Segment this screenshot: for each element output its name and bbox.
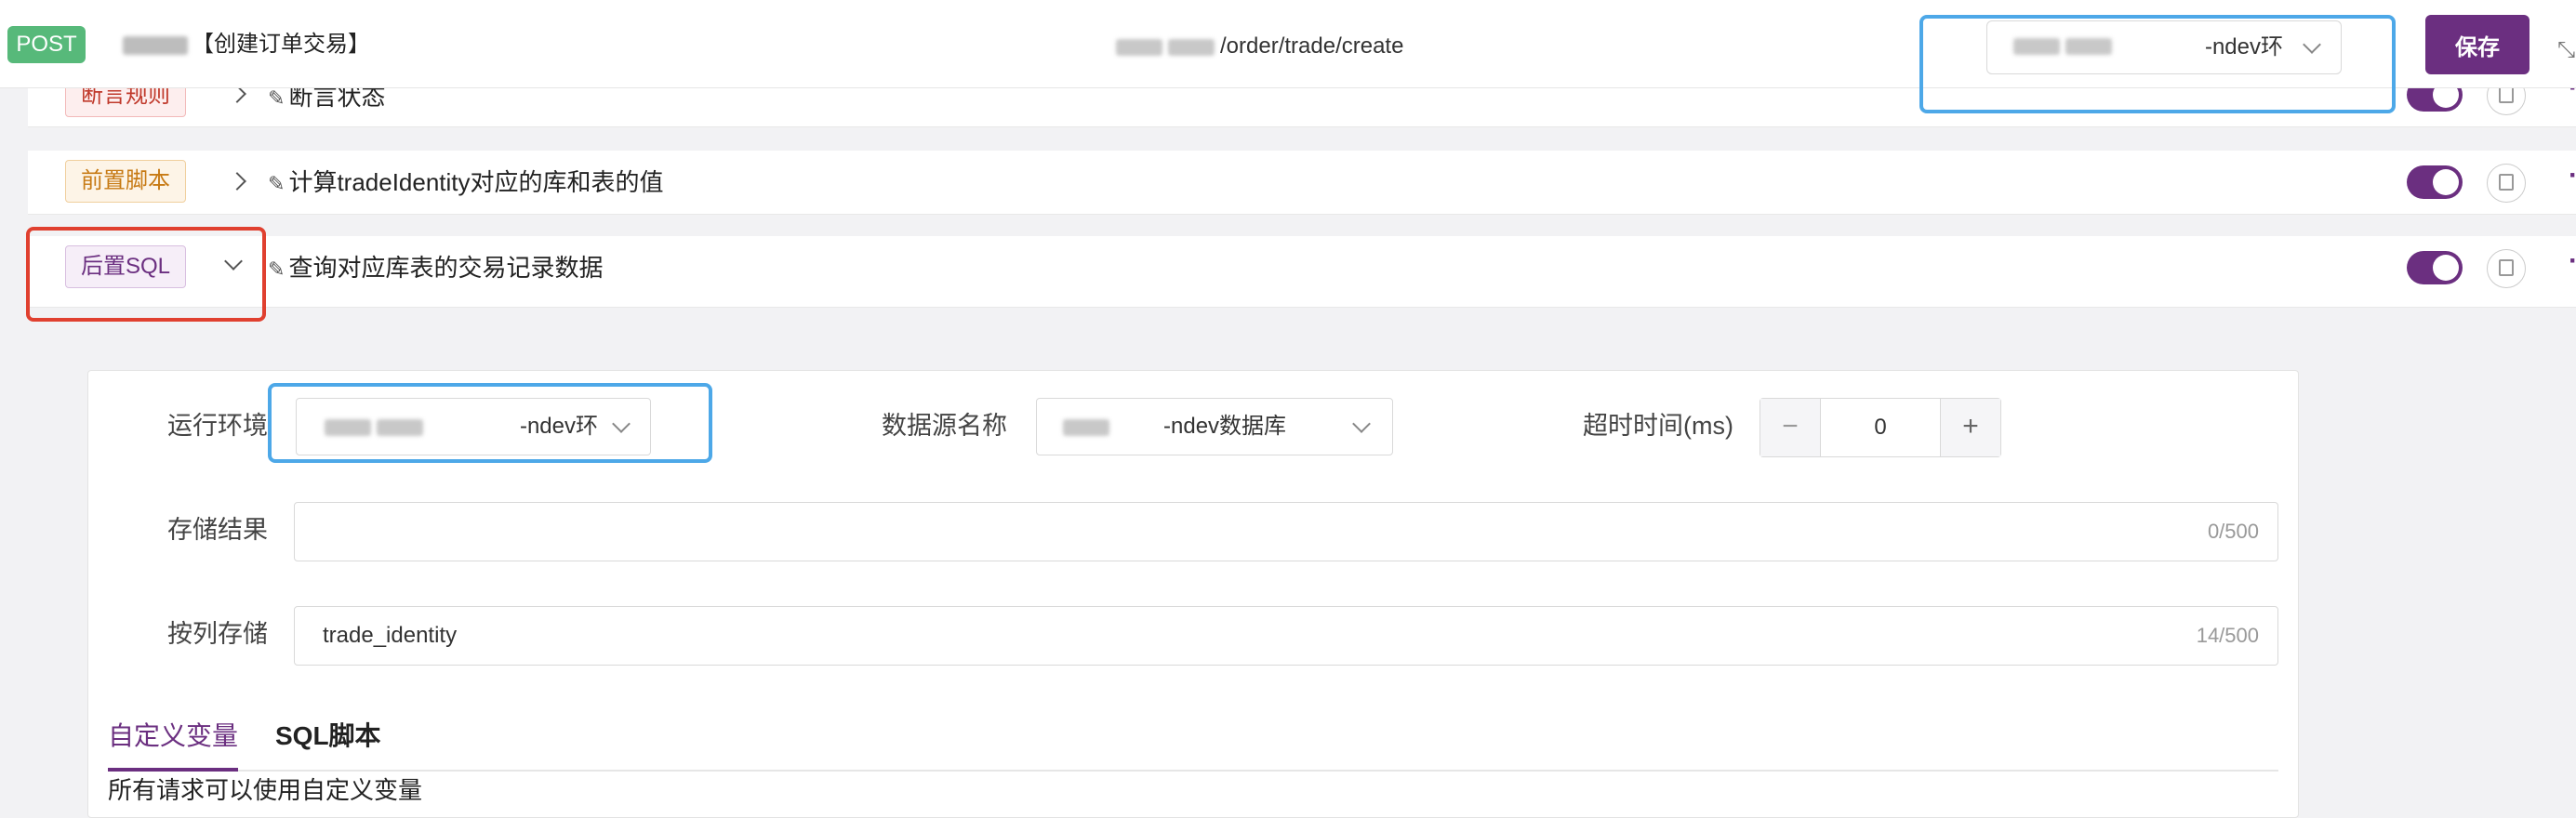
redacted-text [1063,412,1115,442]
chevron-down-icon[interactable] [1352,415,1371,433]
step-title-text: 查询对应库表的交易记录数据 [288,254,604,282]
api-url-text: /order/trade/create [1220,33,1404,59]
api-title: 【创建订单交易】 [123,28,370,61]
step-title[interactable]: ✎ 查询对应库表的交易记录数据 [268,249,603,288]
highlight-box-top-env [1919,15,2396,113]
store-result-label: 存储结果 [167,516,268,544]
step-title-text: 计算tradeIdentity对应的库和表的值 [288,168,664,196]
more-icon[interactable]: ··· [2569,245,2576,277]
api-url: /order/trade/create [1116,30,1403,63]
store-column-value: trade_identity [323,623,458,648]
highlight-box-run-env [268,383,712,463]
store-column-input[interactable]: trade_identity 14/500 [294,606,2278,666]
pencil-icon[interactable]: ✎ [268,257,285,281]
collapse-icon[interactable]: ⤡ [2557,37,2575,63]
store-result-count: 0/500 [2207,520,2259,543]
copy-icon[interactable] [2487,249,2526,288]
datasource-value: -ndev数据库 [1163,414,1287,439]
tab-sql-script[interactable]: SQL脚本 [275,718,381,755]
redacted-text [1168,38,1215,56]
step-row-post-sql[interactable]: 后置SQL ✎查询对应库表的交易记录数据 ··· [28,236,2576,308]
pencil-icon[interactable]: ✎ [268,86,285,110]
timeout-value[interactable]: 0 [1820,399,1941,456]
store-result-input[interactable]: 0/500 [294,502,2278,561]
timeout-label: 超时时间(ms) [1583,412,1733,440]
increment-button[interactable]: + [1940,399,2000,456]
datasource-select[interactable]: -ndev数据库 [1036,398,1393,455]
save-button[interactable]: 保存 [2425,15,2530,74]
store-column-label: 按列存储 [167,620,268,648]
api-title-text: 【创建订单交易】 [192,32,370,57]
method-badge: POST [7,26,86,63]
enable-toggle[interactable] [2407,251,2463,284]
tab-divider [108,770,2278,772]
step-tag-pre-script: 前置脚本 [65,160,186,203]
datasource-label: 数据源名称 [882,412,1007,440]
timeout-stepper[interactable]: − 0 + [1759,398,2001,457]
store-column-count: 14/500 [2196,624,2259,647]
decrement-button[interactable]: − [1760,399,1821,456]
redacted-text [1116,38,1162,56]
more-icon[interactable]: ··· [2569,160,2576,191]
variables-hint: 所有请求可以使用自定义变量 [108,776,423,804]
enable-toggle[interactable] [2407,165,2463,199]
redacted-text [123,35,188,55]
chevron-right-icon[interactable] [228,172,246,191]
active-tab-indicator [108,768,238,772]
highlight-box-post-sql [26,227,266,322]
step-row-pre-script[interactable]: 前置脚本 ✎计算tradeIdentity对应的库和表的值 ··· [28,151,2576,215]
pencil-icon[interactable]: ✎ [268,172,285,195]
tab-custom-variables[interactable]: 自定义变量 [108,718,238,755]
copy-icon[interactable] [2487,164,2526,203]
step-title[interactable]: ✎ 计算tradeIdentity对应的库和表的值 [268,164,664,203]
run-env-label: 运行环境 [167,412,268,440]
